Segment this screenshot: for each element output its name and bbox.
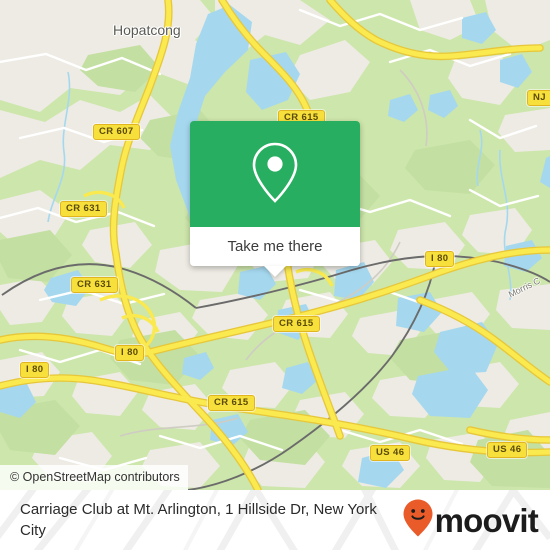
road-shield-i-80-mid[interactable]: I 80: [115, 345, 145, 361]
moovit-wordmark: moovit: [434, 501, 539, 539]
road-shield-cr-631-lower[interactable]: CR 631: [71, 277, 118, 293]
road-shield-cr-615-lower[interactable]: CR 615: [208, 395, 255, 411]
moovit-logo[interactable]: moovit: [403, 499, 539, 542]
moovit-smiley-pin-icon: [403, 499, 433, 542]
location-title: Carriage Club at Mt. Arlington, 1 Hillsi…: [20, 501, 377, 539]
location-popup[interactable]: Take me there: [190, 121, 360, 277]
place-label-hopatcong: Hopatcong: [113, 22, 181, 38]
location-pin-icon: [247, 139, 303, 210]
road-shield-us-46-mid[interactable]: US 46: [370, 445, 411, 461]
map-attribution[interactable]: © OpenStreetMap contributors: [0, 465, 188, 490]
map-canvas[interactable]: Hopatcong Morris C CR 607 CR 615 NJ CR 6…: [0, 0, 550, 490]
road-shield-cr-631-upper[interactable]: CR 631: [60, 201, 107, 217]
popup-cta-area[interactable]: Take me there: [190, 227, 360, 277]
footer-bar: Carriage Club at Mt. Arlington, 1 Hillsi…: [0, 490, 550, 550]
road-shield-i-80-left[interactable]: I 80: [20, 362, 50, 378]
moovit-location-card: Hopatcong Morris C CR 607 CR 615 NJ CR 6…: [0, 0, 550, 550]
road-shield-us-46-right[interactable]: US 46: [487, 442, 528, 458]
road-shield-nj[interactable]: NJ: [527, 90, 550, 106]
road-shield-i-80-right[interactable]: I 80: [425, 251, 455, 267]
road-shield-cr-607[interactable]: CR 607: [93, 124, 140, 140]
take-me-there-button[interactable]: Take me there: [227, 238, 322, 255]
road-shield-cr-615-mid[interactable]: CR 615: [273, 316, 320, 332]
popup-tail: [264, 266, 286, 277]
popup-pin-area: [190, 121, 360, 227]
